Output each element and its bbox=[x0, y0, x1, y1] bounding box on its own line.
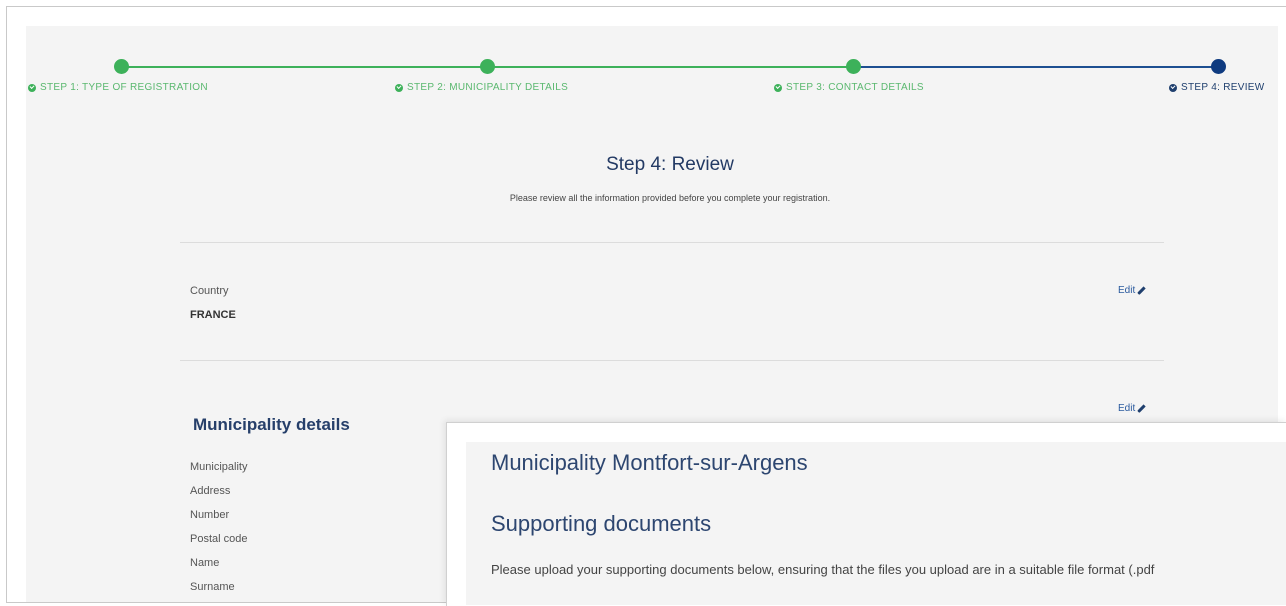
page-title: Step 4: Review bbox=[606, 154, 734, 175]
field-label-postal-code: Postal code bbox=[190, 533, 248, 545]
step-3-tab[interactable]: STEP 3: CONTACT DETAILS bbox=[774, 82, 924, 93]
step-1-dot[interactable] bbox=[114, 59, 129, 74]
check-circle-icon bbox=[28, 83, 36, 92]
section-heading: Municipality details bbox=[193, 415, 350, 434]
field-label-name: Name bbox=[190, 557, 220, 569]
divider bbox=[180, 242, 1164, 243]
upload-instructions: Please upload your supporting documents … bbox=[491, 562, 1155, 577]
stepper-track-active bbox=[853, 66, 1219, 68]
step-2-label: STEP 2: MUNICIPALITY DETAILS bbox=[407, 82, 569, 93]
country-label: Country bbox=[190, 285, 229, 297]
step-1-label: STEP 1: TYPE OF REGISTRATION bbox=[40, 82, 208, 93]
edit-municipality-button[interactable]: Edit bbox=[1118, 403, 1146, 414]
field-label-address: Address bbox=[190, 485, 231, 497]
check-circle-icon bbox=[1169, 83, 1177, 92]
check-circle-icon bbox=[774, 83, 782, 92]
step-4-label: STEP 4: REVIEW bbox=[1181, 82, 1265, 93]
field-label-municipality: Municipality bbox=[190, 461, 248, 473]
divider bbox=[180, 360, 1164, 361]
field-label-surname: Surname bbox=[190, 581, 235, 593]
edit-label: Edit bbox=[1118, 403, 1136, 414]
step-4-dot[interactable] bbox=[1211, 59, 1226, 74]
page-subtitle: Please review all the information provid… bbox=[509, 193, 831, 203]
step-3-dot[interactable] bbox=[846, 59, 861, 74]
step-3-label: STEP 3: CONTACT DETAILS bbox=[786, 82, 924, 93]
step-4-tab[interactable]: STEP 4: REVIEW bbox=[1169, 82, 1264, 93]
edit-country-button[interactable]: Edit bbox=[1118, 285, 1146, 296]
step-2-dot[interactable] bbox=[480, 59, 495, 74]
supporting-documents-heading: Supporting documents bbox=[491, 511, 712, 536]
step-1-tab[interactable]: STEP 1: TYPE OF REGISTRATION bbox=[28, 82, 208, 93]
check-circle-icon bbox=[395, 83, 403, 92]
step-2-tab[interactable]: STEP 2: MUNICIPALITY DETAILS bbox=[395, 82, 568, 93]
municipality-title: Municipality Montfort-sur-Argens bbox=[491, 450, 808, 475]
edit-label: Edit bbox=[1118, 285, 1136, 296]
country-value: FRANCE bbox=[190, 309, 236, 321]
field-label-number: Number bbox=[190, 509, 230, 521]
